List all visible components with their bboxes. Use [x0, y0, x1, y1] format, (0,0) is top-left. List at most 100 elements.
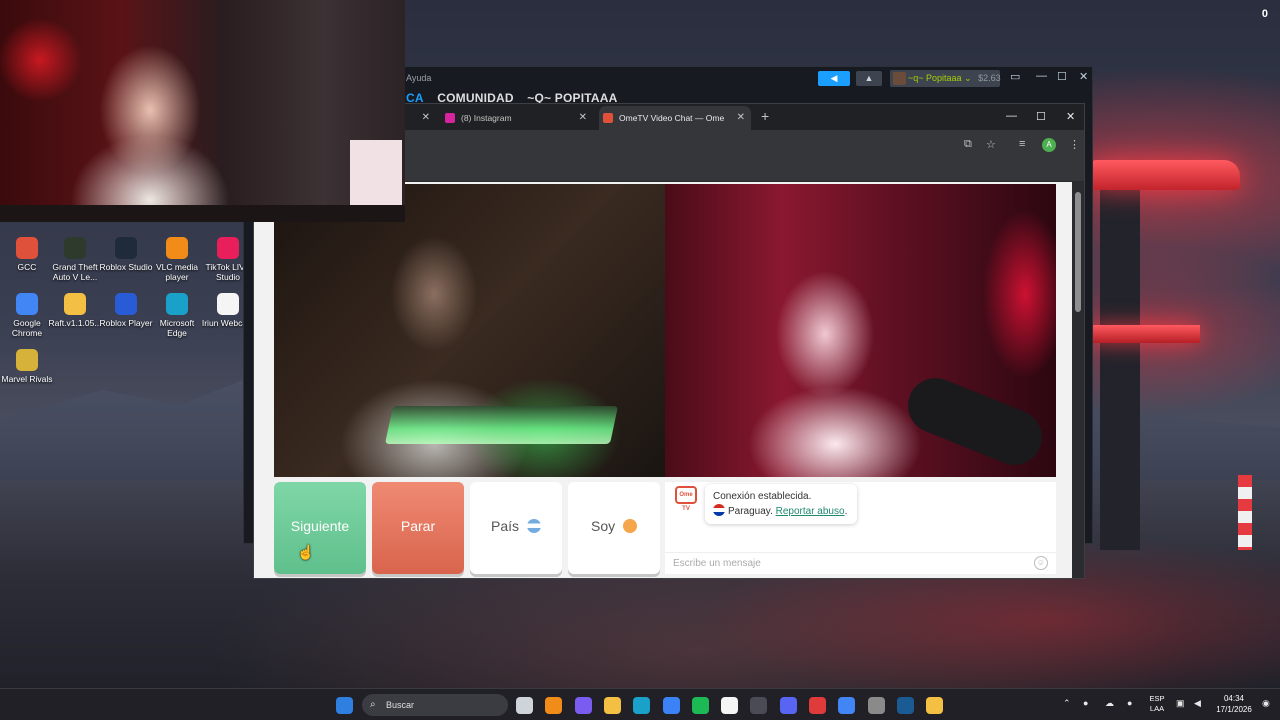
taskbar-search[interactable]: ⌕ Buscar: [362, 694, 508, 716]
smiley-icon[interactable]: ☺: [1034, 556, 1048, 570]
rockstar-icon[interactable]: [867, 697, 885, 714]
wallpaper-striped-post: [1238, 475, 1252, 550]
maximize-icon[interactable]: ☐: [1036, 110, 1046, 123]
close-tab-icon[interactable]: ✕: [737, 106, 745, 130]
remote-video: [274, 184, 665, 477]
edge-icon: [166, 293, 188, 315]
network-icon[interactable]: ▣: [1176, 698, 1185, 709]
bell-icon[interactable]: ▲: [856, 71, 882, 86]
ometv-page: Siguiente Parar País Soy Ome TV Conexión…: [254, 182, 1074, 578]
desktop-icon-label: Roblox Studio: [99, 262, 153, 272]
chrome-icon: [16, 293, 38, 315]
stop-button[interactable]: Parar: [372, 482, 464, 574]
partner-country: Paraguay. Reportar abuso.: [713, 504, 849, 519]
edge-taskbar-icon[interactable]: [633, 697, 651, 714]
desktop-icon-label: Roblox Player: [99, 318, 153, 328]
discord-icon[interactable]: [779, 697, 797, 714]
taskbar-clock[interactable]: 04:34 17/1/2026: [1212, 693, 1256, 715]
tray-app-icon[interactable]: ●: [1083, 698, 1088, 708]
windows-start-icon[interactable]: [336, 697, 353, 714]
report-abuse-link[interactable]: Reportar abuso: [776, 506, 845, 517]
desktop-icon[interactable]: Google Chrome: [0, 293, 54, 338]
store-icon[interactable]: [662, 697, 680, 714]
video-microphone: [899, 369, 1051, 474]
media-controls-icon[interactable]: ≡: [1019, 138, 1025, 150]
file-icon[interactable]: [926, 697, 944, 714]
desktop-icon[interactable]: Roblox Player: [99, 293, 153, 328]
desktop-icon[interactable]: GCC: [0, 237, 54, 272]
chevron-up-icon[interactable]: ⌃: [1063, 698, 1071, 709]
spotify-icon[interactable]: [691, 697, 709, 714]
argentina-flag-icon: [526, 519, 541, 533]
desktop-icon-label: Microsoft Edge: [159, 318, 195, 338]
obs-icon[interactable]: [750, 697, 768, 714]
search-icon: ⌕: [370, 699, 376, 710]
tiktok-icon: [217, 237, 239, 259]
desktop-icon-label: Marvel Rivals: [1, 374, 53, 384]
desktop-icon[interactable]: Microsoft Edge: [150, 293, 204, 338]
minimize-icon[interactable]: —: [1006, 110, 1017, 122]
person-emoji-icon: [623, 519, 637, 533]
tab-ometv[interactable]: OmeTV Video Chat — Ome ✕: [599, 106, 751, 130]
close-tab-icon[interactable]: ✕: [579, 106, 587, 130]
steam-taskbar-icon[interactable]: [896, 697, 914, 714]
country-button[interactable]: País: [470, 482, 562, 574]
corner-counter: 0: [1261, 8, 1268, 20]
close-icon[interactable]: ✕: [1079, 70, 1088, 83]
gta-icon: [64, 237, 86, 259]
streamlabs-icon[interactable]: [809, 697, 826, 714]
megaphone-icon[interactable]: ◀: [818, 71, 850, 86]
vlc-icon: [166, 237, 188, 259]
chrome-taskbar-icon[interactable]: [838, 697, 856, 714]
language-indicator[interactable]: ESP LAA: [1146, 694, 1168, 714]
volume-icon[interactable]: ◀: [1194, 698, 1201, 709]
capcut-icon[interactable]: [721, 697, 739, 714]
close-icon[interactable]: ✕: [1066, 110, 1075, 123]
microphone-icon[interactable]: ●: [1127, 698, 1132, 708]
steam-help-menu[interactable]: Ayuda: [406, 73, 431, 83]
star-icon[interactable]: ☆: [986, 138, 996, 151]
scrollbar-thumb[interactable]: [1075, 192, 1081, 312]
steam-user-menu[interactable]: ~q~ Popitaaa ⌄ $2.63: [890, 70, 1001, 87]
desktop-icon-label: Google Chrome: [11, 318, 43, 338]
big-picture-icon[interactable]: ▭: [1010, 70, 1020, 83]
clock-time: 04:34: [1223, 694, 1245, 703]
tab-label: (8) Instagram: [461, 113, 512, 123]
file-explorer-icon[interactable]: [603, 697, 621, 714]
vlc-taskbar-icon[interactable]: [545, 697, 563, 714]
copilot-icon[interactable]: [574, 697, 592, 714]
gender-button[interactable]: Soy: [568, 482, 660, 574]
next-button[interactable]: Siguiente: [274, 482, 366, 574]
hand-cursor-icon: ☝: [297, 544, 315, 560]
desktop-icon[interactable]: Marvel Rivals: [0, 349, 54, 384]
tab-instagram[interactable]: (8) Instagram ✕: [441, 106, 593, 130]
message-input[interactable]: Escribe un mensaje: [665, 552, 1056, 574]
tab-label: OmeTV Video Chat — Ome: [619, 113, 725, 123]
task-view-icon[interactable]: [516, 697, 533, 714]
maximize-icon[interactable]: ☐: [1057, 70, 1067, 83]
country-name: Paraguay.: [728, 506, 773, 517]
close-tab-icon[interactable]: ✕: [422, 106, 430, 130]
new-tab-icon[interactable]: +: [761, 108, 769, 124]
gcc-icon: [16, 237, 38, 259]
desktop-icon-label: Grand Theft Auto V Le...: [52, 262, 98, 282]
minimize-icon[interactable]: —: [1036, 70, 1047, 82]
kebab-menu-icon[interactable]: ⋮: [1069, 138, 1080, 151]
profile-avatar[interactable]: A: [1042, 138, 1056, 152]
desktop-icon[interactable]: Grand Theft Auto V Le...: [48, 237, 102, 282]
desktop-icon[interactable]: Raft.v1.1.05...: [48, 293, 102, 328]
desktop-icon-label: VLC media player: [155, 262, 199, 282]
iriun-icon: [217, 293, 239, 315]
clock-date: 17/1/2026: [1216, 705, 1252, 714]
notification-icon[interactable]: ◉: [1262, 698, 1270, 709]
desktop-icon-label: GCC: [17, 262, 37, 272]
desktop-icon[interactable]: Roblox Studio: [99, 237, 153, 272]
roblox-player-icon: [115, 293, 137, 315]
cast-icon[interactable]: ⧉: [964, 138, 972, 151]
webcam-cup: [350, 140, 402, 215]
desktop-icon[interactable]: VLC media player: [150, 237, 204, 282]
onedrive-icon[interactable]: ☁: [1105, 698, 1114, 709]
keyboard-layout: LAA: [1149, 704, 1165, 713]
wallpaper-gas-station-canopy: [1090, 160, 1240, 190]
page-scrollbar[interactable]: [1072, 182, 1084, 578]
